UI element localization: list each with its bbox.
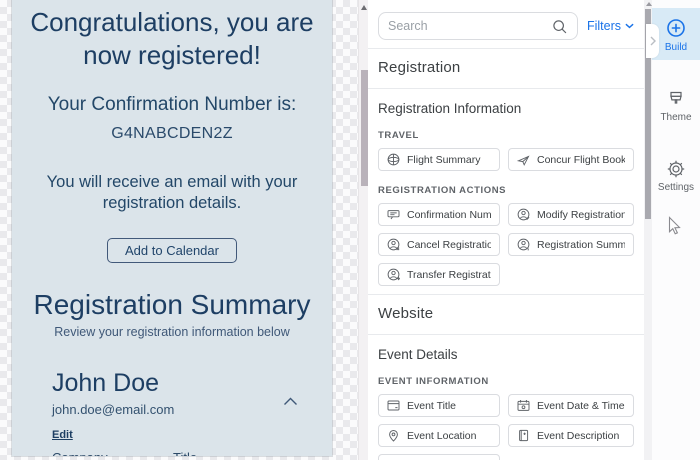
registrant-email: john.doe@email.com	[52, 402, 175, 417]
widget-button-event-date-time[interactable]: Event Date & Time	[508, 394, 634, 417]
widget-label: Event Description	[537, 429, 620, 442]
filters-label: Filters	[586, 19, 621, 33]
nav-item-settings[interactable]: Settings	[652, 150, 700, 200]
widget-sections: Registration Registration Information TRAV…	[368, 48, 644, 447]
nav-item-theme[interactable]: Theme	[652, 80, 700, 130]
widget-button-cutoff[interactable]	[378, 454, 500, 460]
search-row: Filters	[378, 12, 634, 40]
event-description-icon	[517, 429, 530, 442]
side-nav-rail: Build Theme Settings	[652, 0, 700, 460]
subsection-title: Registration Information	[378, 101, 522, 116]
plus-circle-icon	[665, 17, 687, 39]
widget-label: Cancel Registration	[407, 238, 491, 251]
widget-button-confirmation-number[interactable]: Confirmation Number	[378, 203, 500, 226]
gear-icon	[666, 159, 686, 179]
widget-button-transfer-registration[interactable]: Transfer Registration	[378, 263, 500, 286]
section-title: Website	[378, 305, 434, 322]
subsection-title: Event Details	[378, 347, 458, 362]
confirmation-number-label: Your Confirmation Number is:	[47, 94, 297, 115]
widget-label: Event Title	[407, 399, 457, 412]
group-label: EVENT INFORMATION	[378, 376, 489, 387]
scroll-up-arrow-icon[interactable]	[645, 2, 652, 6]
widget-label: Confirmation Number	[407, 208, 491, 221]
divider	[368, 48, 644, 49]
modify-registration-icon	[517, 208, 530, 221]
concur-flight-booking-icon	[517, 153, 530, 166]
divider	[368, 334, 644, 335]
event-title-icon	[387, 399, 400, 412]
page-builder-app: Congratulations, you are now registered!…	[0, 0, 700, 460]
preview-scrollbar[interactable]	[358, 0, 368, 460]
search-input[interactable]	[388, 19, 551, 33]
congratulations-heading: Congratulations, you are now registered!	[30, 7, 314, 70]
section-title: Registration	[378, 59, 461, 76]
flight-summary-icon	[387, 153, 400, 166]
registration-summary-subtitle: Review your registration information bel…	[54, 325, 290, 339]
confirmation-number-value: G4NABCDEN2Z	[111, 125, 233, 142]
email-note-text: You will receive an email with your regi…	[46, 173, 298, 212]
transparency-checkerboard: Congratulations, you are now registered!…	[0, 0, 358, 460]
registrant-field-labels: Company Title	[52, 450, 304, 456]
cancel-registration-icon	[387, 238, 400, 251]
panel-collapse-chevron[interactable]	[646, 24, 659, 58]
preview-scrollbar-thumb[interactable]	[360, 70, 368, 186]
event-date-time-icon	[517, 399, 530, 412]
widget-label: Concur Flight Booking	[537, 153, 625, 166]
group-label: REGISTRATION ACTIONS	[378, 185, 507, 196]
widget-button-cancel-registration[interactable]: Cancel Registration	[378, 233, 500, 256]
registration-summary-heading: Registration Summary	[33, 289, 311, 320]
widget-button-event-description[interactable]: Event Description	[508, 424, 634, 447]
widget-label: Flight Summary	[407, 153, 481, 166]
widget-panel: Filters Registration Registration Informa…	[368, 0, 644, 460]
registration-summary-icon	[517, 238, 530, 251]
widget-button-event-location[interactable]: Event Location	[378, 424, 500, 447]
nav-label-theme: Theme	[660, 112, 692, 123]
widget-button-event-title[interactable]: Event Title	[378, 394, 500, 417]
edit-link[interactable]: Edit	[52, 429, 73, 441]
widget-grid: Flight Summary Concur Flight Booking	[378, 148, 634, 171]
search-icon	[551, 18, 568, 35]
panel-scrollbar[interactable]	[644, 0, 652, 460]
company-label: Company	[52, 450, 173, 456]
transfer-registration-icon	[387, 268, 400, 281]
widget-grid: Event Title Event Date & Time Event Locati…	[378, 394, 634, 447]
widget-label: Event Location	[407, 429, 477, 442]
divider	[368, 294, 644, 295]
widget-label: Transfer Registration	[407, 268, 491, 281]
widget-button-concur-flight-booking[interactable]: Concur Flight Booking	[508, 148, 634, 171]
nav-label-settings: Settings	[657, 182, 695, 193]
widget-button-registration-summary[interactable]: Registration Summary	[508, 233, 634, 256]
event-location-icon	[387, 429, 400, 442]
widget-label: Event Date & Time	[537, 399, 625, 412]
search-box[interactable]	[378, 12, 578, 40]
group-label: TRAVEL	[378, 130, 419, 141]
widget-grid: Confirmation Number Modify Registration Ca…	[378, 203, 634, 286]
collapse-chevron-up-icon[interactable]	[283, 393, 298, 411]
paintbrush-icon	[666, 89, 686, 109]
add-to-calendar-button[interactable]: Add to Calendar	[107, 238, 237, 263]
title-label: Title	[173, 450, 197, 456]
widget-label: Modify Registration	[537, 208, 625, 221]
widget-button-modify-registration[interactable]: Modify Registration	[508, 203, 634, 226]
confirmation-number-icon	[387, 208, 400, 221]
scroll-up-arrow-icon[interactable]	[361, 5, 367, 10]
divider	[368, 88, 644, 89]
widget-label: Registration Summary	[537, 238, 625, 251]
widget-button-flight-summary[interactable]: Flight Summary	[378, 148, 500, 171]
registrant-block: John Doe john.doe@email.com Edit Company…	[12, 369, 332, 456]
nav-item-build[interactable]: Build	[652, 8, 700, 60]
chevron-down-icon	[625, 23, 634, 29]
filters-button[interactable]: Filters	[587, 19, 634, 33]
nav-label-build: Build	[664, 42, 688, 53]
confirmation-page-preview[interactable]: Congratulations, you are now registered!…	[12, 0, 332, 456]
registrant-name: John Doe	[52, 369, 160, 397]
